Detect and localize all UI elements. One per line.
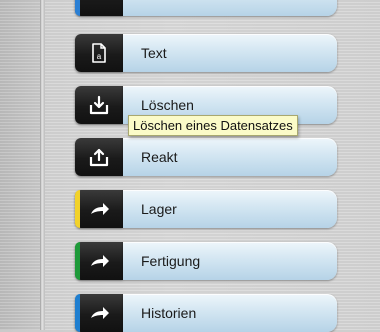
tooltip: Löschen eines Datensatzes: [128, 115, 298, 136]
row-icon-box: a: [75, 34, 123, 72]
tray-upload-icon: [89, 148, 109, 167]
list-item-reakt[interactable]: Reakt: [75, 138, 337, 176]
list-item-lager[interactable]: Lager: [75, 190, 337, 228]
arrow-right-icon: [91, 203, 109, 215]
row-body: Historien: [123, 294, 337, 332]
row-body: Lager: [123, 190, 337, 228]
row-label: Löschen: [141, 97, 194, 113]
row-label: Lager: [141, 201, 177, 217]
row-icon-box: [75, 242, 123, 280]
panel-divider[interactable]: [40, 0, 45, 330]
row-icon-box: [75, 138, 123, 176]
row-body: Fertigung: [123, 242, 337, 280]
row-color-stripe: [75, 0, 80, 16]
list-item-fertigung[interactable]: Fertigung: [75, 242, 337, 280]
document-a-icon: a: [92, 43, 106, 63]
row-color-stripe: [75, 294, 80, 332]
row-label: Fertigung: [141, 253, 201, 269]
row-icon-box: [75, 294, 123, 332]
list-item-partial[interactable]: [75, 0, 337, 16]
row-body: Reakt: [123, 138, 337, 176]
row-body: Text: [123, 34, 337, 72]
row-color-stripe: [75, 242, 80, 280]
row-icon-box: [75, 190, 123, 228]
row-body: [123, 0, 337, 16]
row-icon-box: [75, 0, 123, 16]
action-list: a Text Löschen Reakt Lager Fertigung His…: [75, 0, 340, 332]
svg-text:a: a: [97, 52, 102, 61]
list-item-text[interactable]: a Text: [75, 34, 337, 72]
arrow-right-icon: [91, 255, 109, 267]
row-icon-box: [75, 86, 123, 124]
row-color-stripe: [75, 190, 80, 228]
row-label: Historien: [141, 305, 197, 321]
list-item-historien[interactable]: Historien: [75, 294, 337, 332]
arrow-right-icon: [91, 307, 109, 319]
row-label: Text: [141, 45, 167, 61]
tray-download-icon: [89, 95, 109, 115]
left-panel: [0, 0, 40, 330]
row-label: Reakt: [141, 149, 178, 165]
